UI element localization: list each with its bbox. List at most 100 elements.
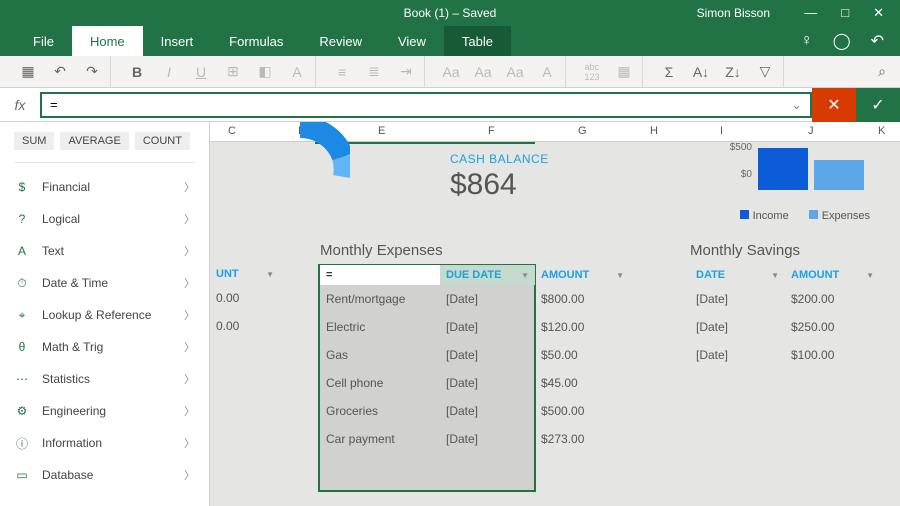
- wrap-text-button[interactable]: ⇥: [396, 62, 416, 82]
- user-name[interactable]: Simon Bisson: [697, 6, 770, 20]
- chevron-right-icon: 〉: [184, 307, 195, 323]
- minimize-icon[interactable]: —: [804, 5, 817, 21]
- category-logical[interactable]: ?Logical〉: [0, 203, 209, 235]
- spreadsheet[interactable]: C D E F G H I J K CASH BALANCE $864 $500: [210, 122, 900, 506]
- chevron-right-icon: 〉: [184, 403, 195, 419]
- category-lookup-reference[interactable]: ⌖ Lookup & Reference 〉: [0, 299, 209, 331]
- chevron-right-icon: 〉: [184, 435, 195, 451]
- category-label: Database: [42, 468, 93, 482]
- category-icon: ?: [14, 211, 30, 227]
- table-row[interactable]: Electric[Date]$120.00: [320, 313, 640, 341]
- editing-cell[interactable]: =: [320, 265, 440, 285]
- table-row[interactable]: [Date]$250.00: [690, 313, 890, 341]
- clear-format-button[interactable]: A: [537, 62, 557, 82]
- table-button[interactable]: ▦: [18, 62, 38, 82]
- align-left-button[interactable]: ≡: [332, 62, 352, 82]
- sort-desc-button[interactable]: Z↓: [723, 62, 743, 82]
- border-button[interactable]: ⊞: [223, 62, 243, 82]
- category-engineering[interactable]: ⚙Engineering〉: [0, 395, 209, 427]
- category-label: Text: [42, 244, 64, 258]
- savings-title: Monthly Savings: [690, 242, 890, 259]
- filter-icon[interactable]: ▼: [771, 271, 779, 280]
- formula-bar: fx = ⌄ ✕ ✓: [0, 88, 900, 122]
- chip-sum[interactable]: SUM: [14, 132, 54, 150]
- category-label: Date & Time: [42, 276, 108, 290]
- table-row[interactable]: Rent/mortgage[Date]$800.00: [320, 285, 640, 313]
- chip-count[interactable]: COUNT: [135, 132, 190, 150]
- chevron-down-icon[interactable]: ⌄: [791, 97, 802, 113]
- sort-asc-button[interactable]: A↓: [691, 62, 711, 82]
- bar-chart: $500 $0 Income Expenses: [690, 142, 880, 222]
- case-button[interactable]: Aa: [505, 62, 525, 82]
- font-color-button[interactable]: A: [287, 62, 307, 82]
- category-icon: ⌖: [14, 307, 30, 323]
- category-text[interactable]: A Text 〉: [0, 235, 209, 267]
- category-icon: ⓘ: [14, 435, 30, 451]
- filter-icon[interactable]: ▼: [266, 270, 274, 279]
- filter-icon[interactable]: ▼: [616, 271, 624, 280]
- category-label: Financial: [42, 180, 90, 194]
- category-label: Statistics: [42, 372, 90, 386]
- category-icon: ▭: [14, 467, 30, 483]
- formula-accept-button[interactable]: ✓: [856, 88, 900, 122]
- tab-home[interactable]: Home: [72, 26, 143, 56]
- category-financial[interactable]: $Financial〉: [0, 171, 209, 203]
- underline-button[interactable]: U: [191, 62, 211, 82]
- table-row[interactable]: Groceries[Date]$500.00: [320, 397, 640, 425]
- bold-button[interactable]: B: [127, 62, 147, 82]
- table-row[interactable]: [Date]$200.00: [690, 285, 890, 313]
- category-label: Engineering: [42, 404, 106, 418]
- maximize-icon[interactable]: □: [841, 5, 849, 21]
- tab-file[interactable]: File: [15, 26, 72, 56]
- lightbulb-icon[interactable]: ♀: [801, 32, 813, 50]
- tab-formulas[interactable]: Formulas: [211, 26, 301, 56]
- table-row[interactable]: Cell phone[Date]$45.00: [320, 369, 640, 397]
- filter-button[interactable]: ▽: [755, 62, 775, 82]
- sum-button[interactable]: Σ: [659, 62, 679, 82]
- category-label: Information: [42, 436, 102, 450]
- document-title: Book (1) – Saved: [404, 6, 497, 20]
- search-button[interactable]: ⌕: [872, 62, 892, 82]
- undo-icon[interactable]: ↶: [871, 31, 884, 51]
- italic-button[interactable]: I: [159, 62, 179, 82]
- font-button[interactable]: Aa: [473, 62, 493, 82]
- font-size-button[interactable]: Aa: [441, 62, 461, 82]
- chip-average[interactable]: AVERAGE: [60, 132, 128, 150]
- expenses-title: Monthly Expenses: [320, 242, 640, 259]
- category-icon: θ: [14, 339, 30, 355]
- undo-button[interactable]: ↶: [50, 62, 70, 82]
- category-database[interactable]: ▭Database〉: [0, 459, 209, 491]
- tab-insert[interactable]: Insert: [143, 26, 212, 56]
- formula-cancel-button[interactable]: ✕: [812, 88, 856, 122]
- category-icon: A: [14, 243, 30, 259]
- account-icon[interactable]: ◯: [833, 31, 851, 51]
- category-math-trig[interactable]: θMath & Trig〉: [0, 331, 209, 363]
- filter-icon[interactable]: ▼: [521, 271, 529, 280]
- ribbon: ▦ ↶ ↷ B I U ⊞ ◧ A ≡ ≣ ⇥ Aa Aa Aa A abc12…: [0, 56, 900, 88]
- table-row[interactable]: Gas[Date]$50.00: [320, 341, 640, 369]
- table-row[interactable]: Car payment[Date]$273.00: [320, 425, 640, 453]
- chevron-right-icon: 〉: [184, 339, 195, 355]
- ribbon-tabs: File Home Insert Formulas Review View Ta…: [0, 26, 900, 56]
- chevron-right-icon: 〉: [184, 275, 195, 291]
- tab-review[interactable]: Review: [301, 26, 380, 56]
- category-label: Lookup & Reference: [42, 308, 151, 322]
- table-row[interactable]: [Date]$100.00: [690, 341, 890, 369]
- category-information[interactable]: ⓘ Information 〉: [0, 427, 209, 459]
- fx-label: fx: [0, 97, 40, 113]
- filter-icon[interactable]: ▼: [866, 271, 874, 280]
- formula-input[interactable]: = ⌄: [40, 92, 812, 118]
- number-format-button[interactable]: abc123: [582, 62, 602, 82]
- tab-table[interactable]: Table: [444, 26, 511, 56]
- category-icon: ⏱: [14, 275, 30, 291]
- fill-color-button[interactable]: ◧: [255, 62, 275, 82]
- redo-button[interactable]: ↷: [82, 62, 102, 82]
- tab-view[interactable]: View: [380, 26, 444, 56]
- category-icon: $: [14, 179, 30, 195]
- chevron-right-icon: 〉: [184, 243, 195, 259]
- category-date-time[interactable]: ⏱ Date & Time 〉: [0, 267, 209, 299]
- category-statistics[interactable]: ⋯Statistics〉: [0, 363, 209, 395]
- align-center-button[interactable]: ≣: [364, 62, 384, 82]
- close-icon[interactable]: ✕: [873, 5, 884, 21]
- cell-styles-button[interactable]: ▦: [614, 62, 634, 82]
